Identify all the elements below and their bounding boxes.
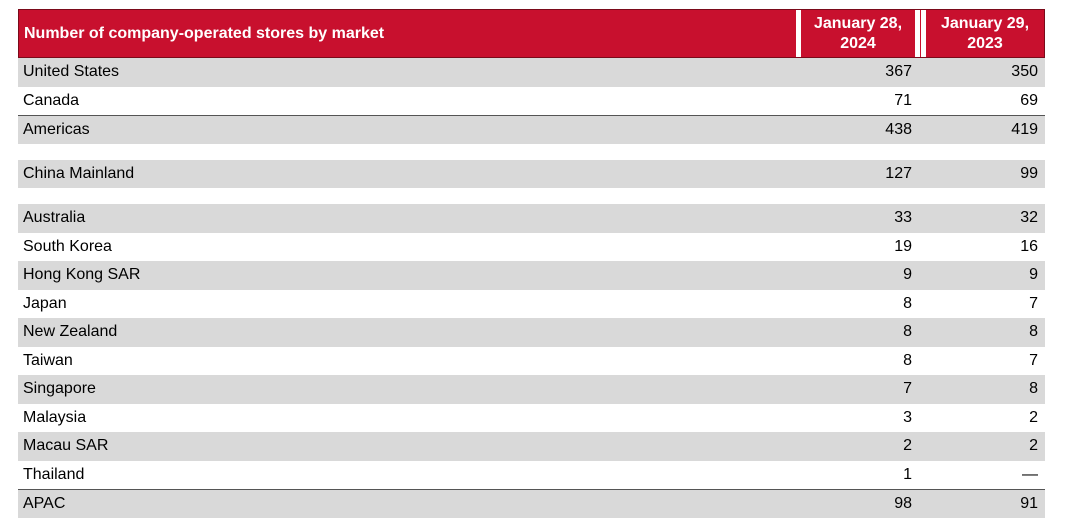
row-label: Hong Kong SAR <box>23 266 141 283</box>
value-2024: 8 <box>903 323 912 340</box>
row-label: APAC <box>23 495 66 512</box>
value-2023: 8 <box>1029 380 1038 397</box>
value-2023: 350 <box>1011 63 1038 80</box>
row-label: New Zealand <box>23 323 118 340</box>
value-2023: 7 <box>1029 351 1038 369</box>
row-label: Taiwan <box>23 351 73 369</box>
value-2024: 3 <box>903 408 912 426</box>
value-2024: 8 <box>903 351 912 369</box>
row-label: Japan <box>23 294 67 312</box>
table-row: Japan 8 7 <box>18 290 1045 319</box>
table-row: Singapore 7 8 <box>18 375 1045 404</box>
value-2023: 9 <box>1029 266 1038 283</box>
table-row: China Mainland 127 99 <box>18 159 1045 188</box>
table-row: Macau SAR 2 2 <box>18 432 1045 461</box>
table-header: Number of company-operated stores by mar… <box>18 9 1045 58</box>
value-2024: 438 <box>885 121 912 138</box>
spacer-row <box>18 144 1045 160</box>
value-2024: 8 <box>903 294 912 312</box>
value-2024: 2 <box>903 437 912 454</box>
row-label: Americas <box>23 121 90 138</box>
value-2023: — <box>1022 465 1038 483</box>
value-2023: 2 <box>1029 437 1038 454</box>
table-title: Number of company-operated stores by mar… <box>24 25 385 42</box>
spacer-row <box>18 188 1045 204</box>
row-label: Singapore <box>23 380 96 397</box>
column-header-jan-2024: January 28, 2024 <box>801 10 915 57</box>
table-row: Hong Kong SAR 9 9 <box>18 261 1045 290</box>
stores-by-market-table: Number of company-operated stores by mar… <box>18 9 1045 518</box>
table-row: New Zealand 8 8 <box>18 318 1045 347</box>
table-row: South Korea 19 16 <box>18 233 1045 262</box>
table-row: Taiwan 8 7 <box>18 347 1045 376</box>
table-row-subtotal: APAC 98 91 <box>18 489 1045 518</box>
value-2024: 71 <box>894 91 912 109</box>
value-2024: 98 <box>894 495 912 512</box>
value-2024: 9 <box>903 266 912 283</box>
value-2024: 7 <box>903 380 912 397</box>
value-2023: 99 <box>1020 164 1038 182</box>
value-2023: 69 <box>1020 91 1038 109</box>
table-row: Thailand 1 — <box>18 461 1045 490</box>
row-label: Thailand <box>23 465 85 483</box>
table-row: Canada 71 69 <box>18 87 1045 116</box>
column-header-line: 2023 <box>967 34 1003 52</box>
row-label: Malaysia <box>23 408 87 426</box>
row-label: Canada <box>23 91 80 109</box>
value-2023: 32 <box>1020 209 1038 226</box>
value-2023: 2 <box>1029 408 1038 426</box>
row-label: Australia <box>23 209 86 226</box>
value-2024: 33 <box>894 209 912 226</box>
header-divider <box>915 10 920 57</box>
value-2023: 419 <box>1011 121 1038 138</box>
value-2023: 8 <box>1029 323 1038 340</box>
column-header-line: 2024 <box>840 34 876 52</box>
row-label: United States <box>23 63 120 80</box>
value-2024: 19 <box>894 237 912 255</box>
table-row: United States 367 350 <box>18 58 1045 87</box>
value-2024: 127 <box>885 164 912 182</box>
column-header-line: January 29, <box>940 14 1030 32</box>
value-2024: 1 <box>903 465 912 483</box>
row-label: China Mainland <box>23 164 135 182</box>
value-2023: 16 <box>1020 237 1038 255</box>
table-row: Malaysia 3 2 <box>18 404 1045 433</box>
value-2023: 7 <box>1029 294 1038 312</box>
table-row-subtotal: Americas 438 419 <box>18 115 1045 144</box>
column-header-jan-2023: January 29, 2023 <box>926 10 1044 57</box>
value-2024: 367 <box>885 63 912 80</box>
row-label: South Korea <box>23 237 112 255</box>
value-2023: 91 <box>1020 495 1038 512</box>
table-row: Australia 33 32 <box>18 204 1045 233</box>
row-label: Macau SAR <box>23 437 109 454</box>
column-header-line: January 28, <box>813 14 903 32</box>
